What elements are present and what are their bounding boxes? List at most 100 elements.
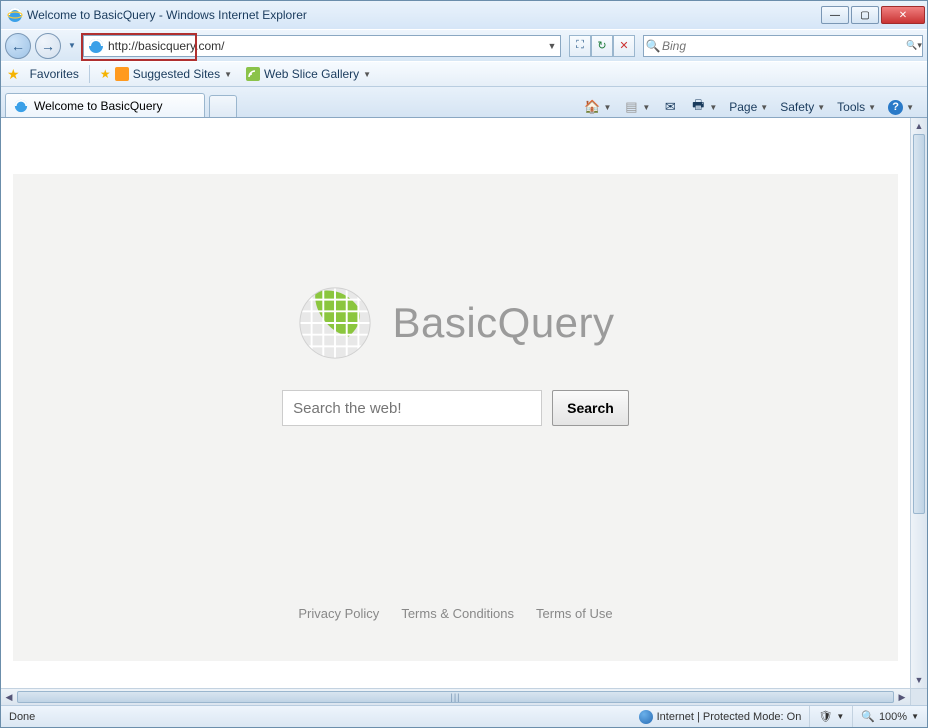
scroll-left-button[interactable]: ◀	[1, 689, 17, 705]
home-icon: 🏠	[584, 99, 600, 115]
status-zone-label: Internet | Protected Mode: On	[657, 711, 802, 723]
new-tab-button[interactable]	[209, 95, 237, 117]
suggested-sites-label: Suggested Sites	[133, 67, 220, 81]
page-menu-label: Page	[729, 100, 757, 114]
help-button[interactable]: ?▼	[885, 98, 917, 117]
address-input[interactable]	[108, 39, 544, 53]
status-bar: Done Internet | Protected Mode: On 🛡▼ 🔍 …	[1, 705, 927, 727]
tab-active[interactable]: Welcome to BasicQuery	[5, 93, 205, 117]
page-inner: BasicQuery Search Privacy Policy Terms &…	[13, 174, 898, 661]
forward-button[interactable]: →	[35, 33, 61, 59]
minimize-button[interactable]: —	[821, 6, 849, 24]
stop-button[interactable]: ✕	[613, 35, 635, 57]
ie-logo-icon	[7, 7, 23, 23]
content-area: BasicQuery Search Privacy Policy Terms &…	[1, 117, 927, 688]
chevron-down-icon: ▼	[642, 103, 650, 112]
help-icon: ?	[888, 100, 903, 115]
privacy-icon: 🛡	[818, 710, 832, 723]
chevron-down-icon: ▼	[906, 103, 914, 112]
webslice-icon	[246, 67, 260, 81]
read-mail-button[interactable]: ✉	[659, 97, 681, 117]
refresh-button[interactable]: ↻	[591, 35, 613, 57]
chevron-down-icon: ▼	[709, 103, 717, 112]
tab-title: Welcome to BasicQuery	[34, 99, 163, 113]
search-box[interactable]: 🔍 🔍▾	[643, 35, 923, 57]
footer-use-link[interactable]: Terms of Use	[536, 606, 613, 621]
suggested-sites-button[interactable]: ★ Suggested Sites ▼	[96, 65, 236, 83]
nav-history-dropdown[interactable]: ▼	[65, 41, 79, 50]
titlebar: Welcome to BasicQuery - Windows Internet…	[1, 1, 927, 29]
search-input[interactable]	[662, 39, 906, 53]
internet-zone-icon	[639, 710, 653, 724]
scroll-right-button[interactable]: ▶	[894, 689, 910, 705]
window-title: Welcome to BasicQuery - Windows Internet…	[27, 8, 821, 22]
page-menu[interactable]: Page▼	[726, 98, 771, 116]
zoom-icon: 🔍	[861, 710, 875, 723]
favorites-bar: ★ Favorites ★ Suggested Sites ▼ Web Slic…	[1, 61, 927, 87]
ie-window: Welcome to BasicQuery - Windows Internet…	[0, 0, 928, 728]
command-bar: 🏠▼ ▤▼ ✉ 🖶▼ Page▼ Safety▼ Tools▼ ?▼	[241, 97, 923, 117]
footer-privacy-link[interactable]: Privacy Policy	[298, 606, 379, 621]
status-text: Done	[1, 706, 43, 727]
separator	[89, 65, 90, 83]
close-button[interactable]: ✕	[881, 6, 925, 24]
rss-icon: ▤	[623, 99, 639, 115]
star-icon: ★	[100, 67, 111, 81]
safety-menu[interactable]: Safety▼	[777, 98, 828, 116]
zoom-control[interactable]: 🔍 100% ▼	[853, 706, 927, 727]
grip-icon: |||	[450, 692, 460, 702]
web-slice-button[interactable]: Web Slice Gallery ▼	[242, 65, 375, 83]
suggested-icon	[115, 67, 129, 81]
address-bar[interactable]: ▼	[83, 35, 561, 57]
favorites-button[interactable]: Favorites	[26, 65, 83, 83]
zoom-level: 100%	[879, 711, 907, 723]
scroll-corner	[910, 688, 927, 705]
page-search-button[interactable]: Search	[552, 390, 629, 426]
home-button[interactable]: 🏠▼	[581, 97, 614, 117]
chevron-down-icon: ▼	[911, 712, 919, 721]
safety-menu-label: Safety	[780, 100, 814, 114]
page-search-row: Search	[33, 390, 878, 426]
vertical-scrollbar[interactable]: ▲ ▼	[910, 118, 927, 688]
scroll-up-button[interactable]: ▲	[911, 118, 927, 134]
maximize-button[interactable]: ▢	[851, 6, 879, 24]
mail-icon: ✉	[662, 99, 678, 115]
brand-globe-icon	[296, 284, 374, 362]
tools-menu[interactable]: Tools▼	[834, 98, 879, 116]
chevron-down-icon: ▼	[836, 712, 844, 721]
status-protected-icon[interactable]: 🛡▼	[810, 706, 853, 727]
feeds-button[interactable]: ▤▼	[620, 97, 653, 117]
print-button[interactable]: 🖶▼	[687, 97, 720, 117]
chevron-down-icon: ▼	[868, 103, 876, 112]
web-slice-label: Web Slice Gallery	[264, 67, 359, 81]
horizontal-scrollbar[interactable]: ◀ ||| ▶	[1, 688, 910, 705]
chevron-down-icon: ▼	[760, 103, 768, 112]
print-icon: 🖶	[690, 99, 706, 115]
chevron-down-icon: ▼	[603, 103, 611, 112]
page-search-input[interactable]	[282, 390, 542, 426]
brand-row: BasicQuery	[33, 284, 878, 362]
navbar: ← → ▼ ▼ ⛶ ↻ ✕ 🔍 🔍▾	[1, 29, 927, 61]
scroll-thumb[interactable]	[913, 134, 925, 514]
footer-terms-link[interactable]: Terms & Conditions	[401, 606, 514, 621]
chevron-down-icon: ▼	[817, 103, 825, 112]
chevron-down-icon: ▼	[224, 70, 232, 79]
favorites-star-icon: ★	[7, 66, 20, 83]
page-body: BasicQuery Search Privacy Policy Terms &…	[1, 174, 910, 688]
footer-links: Privacy Policy Terms & Conditions Terms …	[33, 606, 878, 621]
status-zone: Internet | Protected Mode: On	[631, 706, 811, 727]
back-button[interactable]: ←	[5, 33, 31, 59]
chevron-down-icon: ▼	[363, 70, 371, 79]
page-viewport: BasicQuery Search Privacy Policy Terms &…	[1, 118, 910, 688]
compat-view-button[interactable]: ⛶	[569, 35, 591, 57]
scroll-thumb[interactable]: |||	[17, 691, 894, 703]
scroll-down-button[interactable]: ▼	[911, 672, 927, 688]
tab-bar: Welcome to BasicQuery 🏠▼ ▤▼ ✉ 🖶▼ Page▼ S…	[1, 87, 927, 117]
tools-menu-label: Tools	[837, 100, 865, 114]
search-provider-dropdown[interactable]: 🔍▾	[906, 40, 922, 51]
address-dropdown[interactable]: ▼	[544, 41, 560, 51]
ie-logo-icon	[14, 99, 28, 113]
brand-text: BasicQuery	[392, 299, 614, 347]
search-icon: 🔍	[644, 39, 662, 53]
page-icon	[88, 38, 104, 54]
